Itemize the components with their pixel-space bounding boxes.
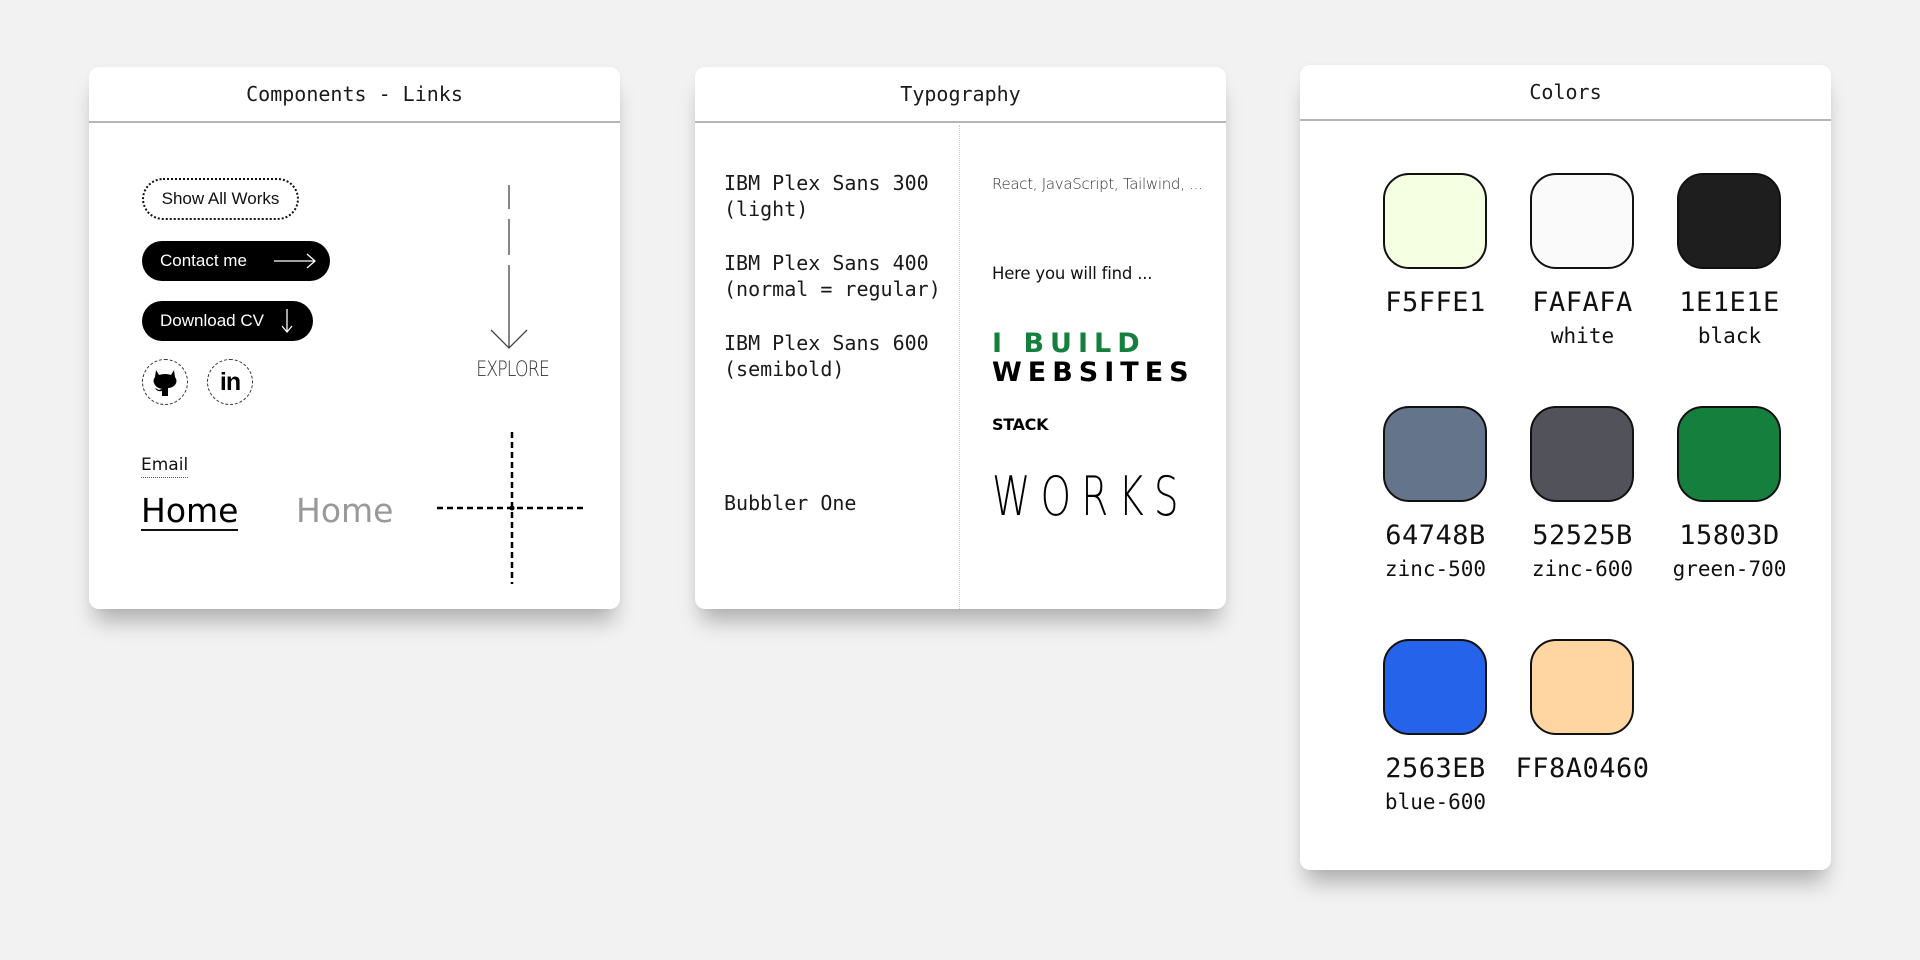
sample-regular-text: Here you will find ... <box>992 264 1153 283</box>
swatch-name: zinc-600 <box>1531 557 1634 581</box>
font-name-semibold: IBM Plex Sans 600 (semibold) <box>724 331 929 381</box>
linkedin-icon: in <box>219 367 241 396</box>
github-link[interactable] <box>142 359 188 405</box>
font-name-bubbler: Bubbler One <box>724 491 857 515</box>
swatch-hex: 64748B <box>1385 520 1486 551</box>
swatch-cell: FAFAFA white <box>1509 173 1656 406</box>
card-title: Colors <box>1300 65 1831 121</box>
swatch-hex: 2563EB <box>1385 753 1486 784</box>
sample-bubbler-text: WORKS <box>992 465 1189 528</box>
color-swatch <box>1382 406 1487 502</box>
swatch-name: zinc-500 <box>1384 557 1487 581</box>
swatch-hex: F5FFE1 <box>1385 287 1486 318</box>
crosshair-icon <box>437 432 587 584</box>
font-name-regular: IBM Plex Sans 400 (normal = regular) <box>724 251 941 301</box>
swatch-cell: 64748B zinc-500 <box>1362 406 1509 639</box>
swatch-cell: 1E1E1E black <box>1656 173 1803 406</box>
swatch-cell: 2563EB blue-600 <box>1362 639 1509 870</box>
arrow-right-icon <box>274 253 316 269</box>
swatch-cell: 15803D green-700 <box>1656 406 1803 639</box>
color-swatch <box>1676 406 1781 502</box>
colors-card: Colors F5FFE1 FAFAFA white 1E1E1E black … <box>1300 65 1831 870</box>
github-icon <box>153 370 177 396</box>
swatch-cell: FF8A0460 <box>1509 639 1656 870</box>
card-title: Components - Links <box>89 67 620 123</box>
swatch-cell: 52525B zinc-600 <box>1509 406 1656 639</box>
column-divider <box>959 125 960 609</box>
linkedin-link[interactable]: in <box>207 359 253 405</box>
heading-line-green: I BUILD <box>992 328 1146 359</box>
color-swatch <box>1529 639 1634 735</box>
home-link-active[interactable]: Home <box>141 493 239 531</box>
contact-me-button[interactable]: Contact me <box>142 241 330 281</box>
sample-semibold-heading: I BUILD WEBSITES <box>992 329 1195 387</box>
explore-arrow-icon[interactable] <box>489 185 529 350</box>
swatch-hex: FAFAFA <box>1532 287 1633 318</box>
explore-link[interactable]: EXPLORE <box>476 357 550 381</box>
contact-me-label: Contact me <box>160 251 247 270</box>
email-link[interactable]: Email <box>141 455 189 478</box>
arrow-down-icon <box>281 309 293 333</box>
swatch-cell: F5FFE1 <box>1362 173 1509 406</box>
card-title: Typography <box>695 67 1226 123</box>
swatch-name: white <box>1550 324 1615 348</box>
sample-stack-label: STACK <box>992 415 1049 434</box>
swatch-hex: 15803D <box>1679 520 1780 551</box>
show-all-works-label: Show All Works <box>161 189 280 208</box>
swatch-name: blue-600 <box>1384 790 1487 814</box>
color-swatch <box>1382 639 1487 735</box>
swatch-hex: FF8A0460 <box>1515 753 1650 784</box>
swatch-hex: 1E1E1E <box>1679 287 1780 318</box>
color-swatch <box>1529 173 1634 269</box>
color-swatch <box>1529 406 1634 502</box>
components-links-card: Components - Links Show All Works Contac… <box>89 67 620 609</box>
color-swatch <box>1382 173 1487 269</box>
swatch-grid: F5FFE1 FAFAFA white 1E1E1E black 64748B … <box>1362 173 1803 870</box>
font-name-light: IBM Plex Sans 300 (light) <box>724 171 929 221</box>
home-link-inactive[interactable]: Home <box>296 493 393 529</box>
download-cv-button[interactable]: Download CV <box>142 301 313 341</box>
sample-light-text: React, JavaScript, Tailwind, ... <box>992 175 1203 193</box>
color-swatch <box>1676 173 1781 269</box>
swatch-name: green-700 <box>1672 557 1787 581</box>
download-cv-label: Download CV <box>160 311 264 330</box>
swatch-name: black <box>1697 324 1762 348</box>
heading-line-black: WEBSITES <box>992 357 1195 388</box>
swatch-hex: 52525B <box>1532 520 1633 551</box>
show-all-works-button[interactable]: Show All Works <box>142 178 299 220</box>
typography-card: Typography IBM Plex Sans 300 (light) IBM… <box>695 67 1226 609</box>
